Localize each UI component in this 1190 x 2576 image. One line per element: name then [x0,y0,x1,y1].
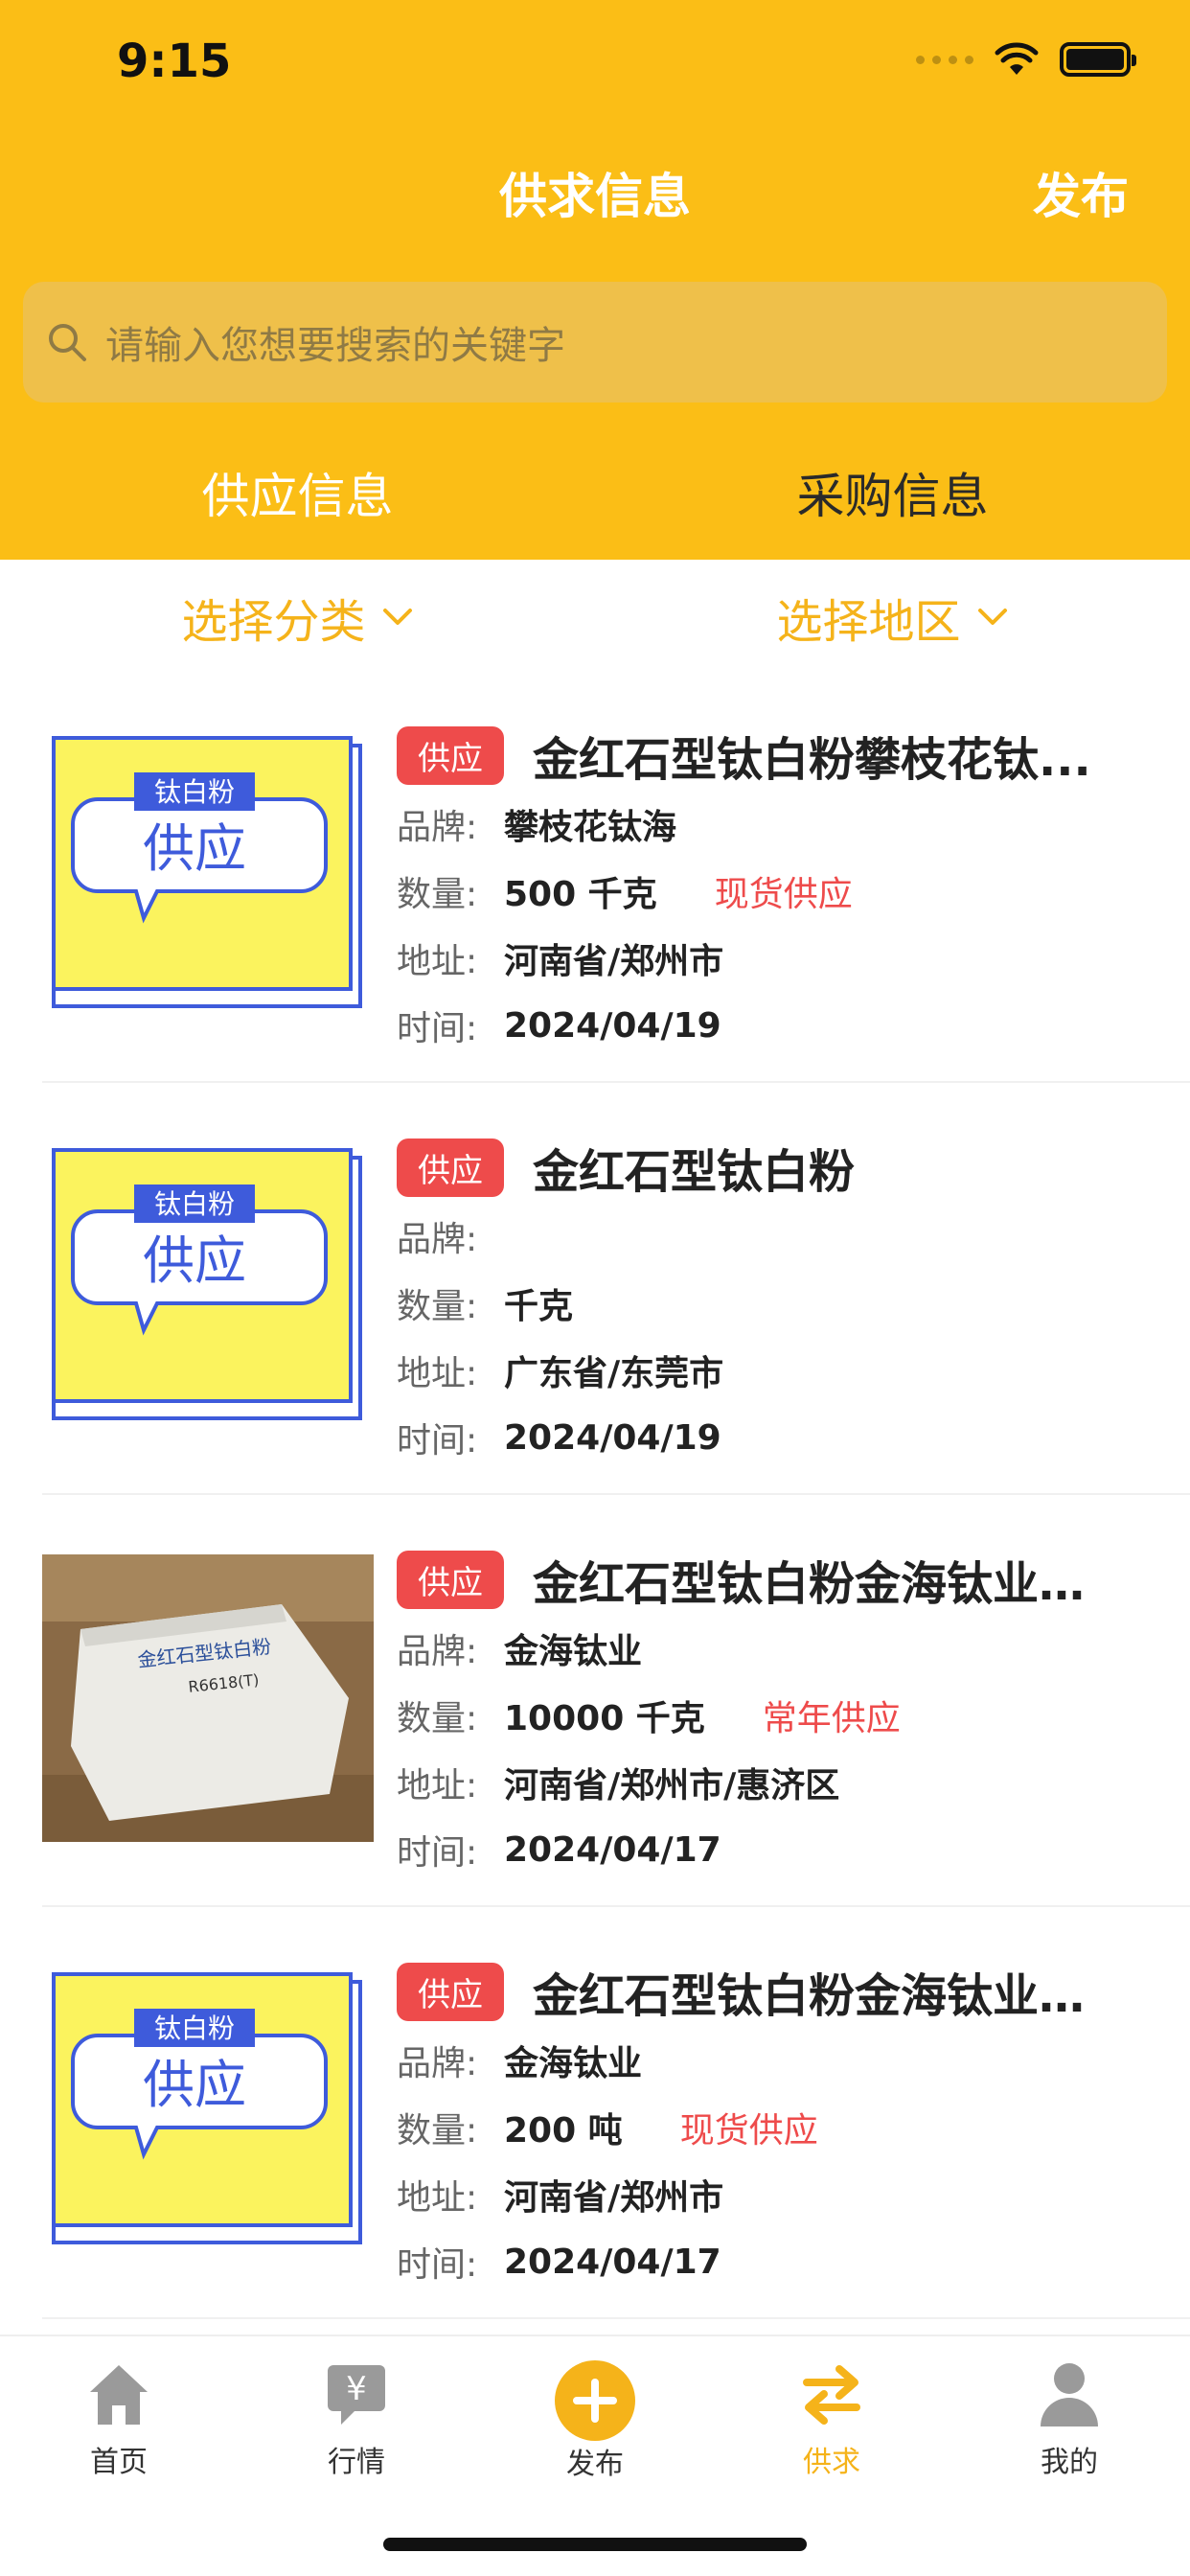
category-filter[interactable]: 选择分类 [0,560,595,675]
qty-label: 数量: [397,875,478,914]
tabbar-item-publish[interactable]: 发布 [518,2359,672,2482]
status-time: 9:15 [117,34,232,88]
time-label: 时间: [397,1833,478,1873]
brand-label: 品牌: [397,1220,478,1259]
status-badge: 供应 [397,1962,504,2021]
tabbar-item-me[interactable]: 我的 [993,2359,1146,2480]
qty-value: 10000 千克 [504,1699,705,1738]
supply-type-tag: 现货供应 [679,2111,818,2150]
status-badge: 供应 [397,725,504,785]
thumb-top-label: 钛白粉 [154,2012,235,2044]
time-label: 时间: [397,1009,478,1048]
home-icon [90,2365,148,2425]
address-value: 河南省/郑州市 [504,942,724,981]
time-label: 时间: [397,2245,478,2285]
product-photo: 金红石型钛白粉 R6618(T) [42,1554,374,1842]
qty-value: 千克 [504,1287,574,1326]
qty-label: 数量: [397,1287,478,1326]
brand-value: 金海钛业 [504,1632,643,1671]
tabbar-label: 我的 [1041,2446,1098,2479]
list-item[interactable]: 钛白粉 供应 供应 金红石型钛白粉攀枝花钛... 品牌: 攀枝花钛海 数量: 500… [42,671,1190,1083]
tabbar-label: 发布 [566,2448,624,2481]
qty-label: 数量: [397,2111,478,2150]
supply-placeholder-image: 钛白粉 供应 [52,736,362,1008]
tabbar-item-supply[interactable]: 供求 [755,2359,908,2480]
home-indicator [383,2538,807,2551]
item-title: 金红石型钛白粉金海钛业R... [533,1969,1117,2023]
tab-supply[interactable]: 供应信息 [0,433,595,560]
chevron-down-icon [382,609,412,625]
publish-button[interactable]: 发布 [1033,158,1129,227]
tabbar-item-market[interactable]: ¥ 行情 [280,2359,433,2480]
address-value: 河南省/郑州市 [504,2178,724,2218]
status-badge: 供应 [397,1138,504,1197]
thumb-top-label: 钛白粉 [154,776,235,808]
time-value: 2024/04/17 [504,2242,721,2282]
brand-label: 品牌: [397,2044,478,2083]
address-label: 地址: [397,1354,478,1393]
qty-value: 500 千克 [504,875,657,914]
address-label: 地址: [397,2178,478,2218]
item-title: 金红石型钛白粉攀枝花钛... [533,733,1091,787]
signal-icon [916,55,973,64]
thumb-main-label: 供应 [143,818,246,879]
time-value: 2024/04/19 [504,1417,721,1458]
region-filter-label: 选择地区 [776,595,961,649]
chevron-down-icon [977,609,1007,625]
qty-label: 数量: [397,1699,478,1738]
supply-type-tag: 现货供应 [714,875,853,914]
tabbar-item-home[interactable]: 首页 [42,2359,195,2480]
brand-value: 攀枝花钛海 [504,808,677,847]
address-value: 河南省/郑州市/惠济区 [504,1766,840,1806]
page-title: 供求信息 [499,169,691,224]
search-icon [49,324,86,361]
brand-value: 金海钛业 [504,2044,643,2083]
brand-label: 品牌: [397,1632,478,1671]
address-value: 广东省/东莞市 [504,1354,724,1393]
time-label: 时间: [397,1421,478,1460]
list-item[interactable]: 钛白粉 供应 供应 金红石型钛白粉 品牌: 数量: 千克 地址: 广东省/东莞市 … [42,1083,1190,1495]
item-title: 金红石型钛白粉 [533,1145,856,1199]
filter-bar: 选择分类 选择地区 [0,560,1190,675]
thumb-main-label: 供应 [143,2055,246,2115]
supply-list: 钛白粉 供应 供应 金红石型钛白粉攀枝花钛... 品牌: 攀枝花钛海 数量: 500… [0,671,1190,2319]
time-value: 2024/04/19 [504,1005,721,1046]
tabbar-label: 行情 [328,2446,385,2479]
status-icons [916,42,1136,77]
segment-tabs: 供应信息 采购信息 [0,433,1190,560]
region-filter[interactable]: 选择地区 [595,560,1190,675]
brand-label: 品牌: [397,808,478,847]
thumb-top-label: 钛白粉 [154,1188,235,1220]
thumb-main-label: 供应 [143,1230,246,1291]
time-value: 2024/04/17 [504,1829,721,1870]
address-label: 地址: [397,942,478,981]
supply-type-tag: 常年供应 [762,1699,901,1738]
wifi-icon [995,42,1039,75]
svg-text:¥: ¥ [346,2370,367,2408]
swap-icon [803,2365,860,2425]
supply-placeholder-image: 钛白粉 供应 [52,1972,362,2244]
search-input[interactable]: 请输入您想要搜索的关键字 [23,282,1167,402]
tabbar-label: 供求 [803,2446,860,2479]
tab-purchase[interactable]: 采购信息 [595,433,1190,560]
item-title: 金红石型钛白粉金海钛业R... [533,1557,1117,1611]
tabbar-label: 首页 [90,2446,148,2479]
yen-chat-icon: ¥ [328,2365,385,2425]
user-icon [1041,2363,1098,2426]
status-badge: 供应 [397,1550,504,1609]
qty-value: 200 吨 [504,2111,623,2150]
search-placeholder: 请输入您想要搜索的关键字 [105,324,565,368]
plus-circle-icon [555,2360,635,2441]
category-filter-label: 选择分类 [181,595,366,649]
address-label: 地址: [397,1766,478,1806]
battery-icon [1060,42,1136,77]
list-item[interactable]: 金红石型钛白粉 R6618(T) 供应 金红石型钛白粉金海钛业R... 品牌: 金… [42,1495,1190,1907]
list-item[interactable]: 钛白粉 供应 供应 金红石型钛白粉金海钛业R... 品牌: 金海钛业 数量: 200… [42,1907,1190,2319]
supply-placeholder-image: 钛白粉 供应 [52,1148,362,1420]
